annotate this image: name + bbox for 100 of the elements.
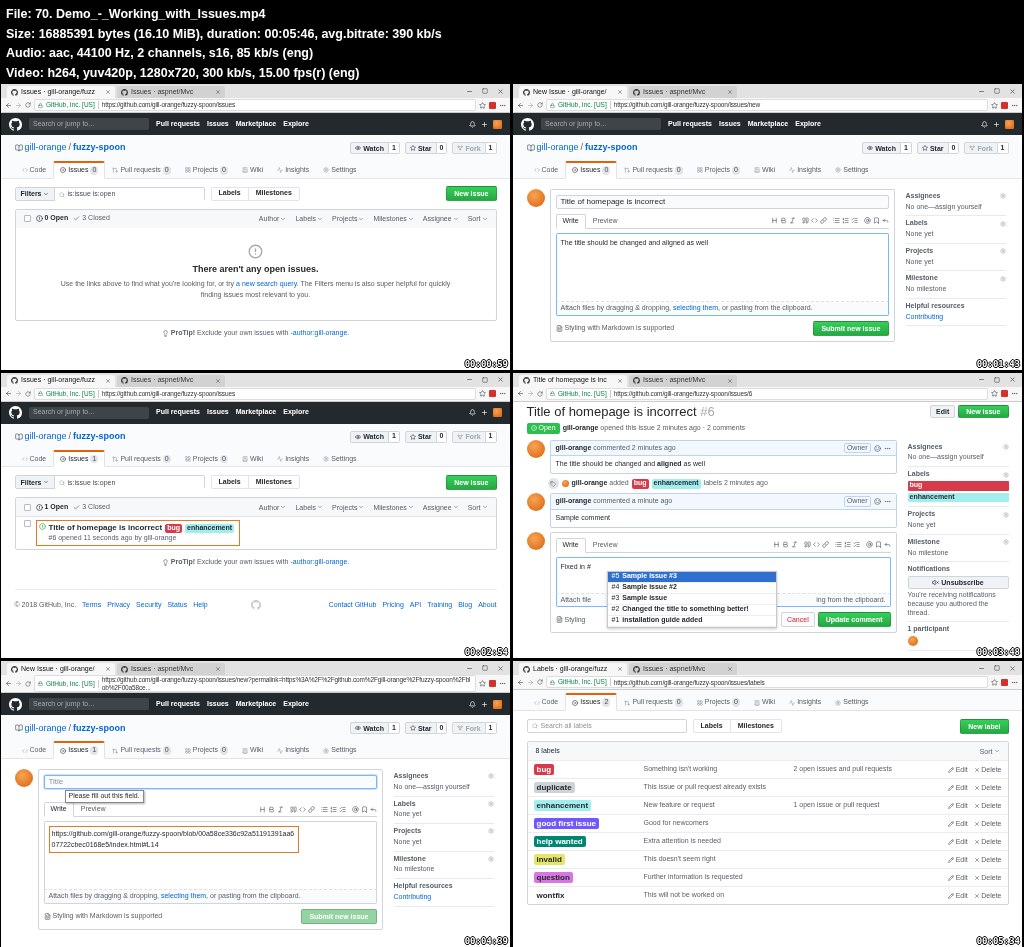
task-list-icon[interactable] — [852, 541, 860, 549]
close-icon[interactable] — [727, 377, 733, 384]
reload-icon[interactable] — [537, 679, 543, 686]
bullet-list-icon[interactable] — [834, 541, 842, 549]
reload-icon[interactable] — [25, 680, 31, 687]
link-icon[interactable] — [819, 217, 827, 225]
settings-icon[interactable] — [999, 220, 1006, 227]
label-tag[interactable]: help wanted — [533, 835, 586, 847]
quote-icon[interactable] — [801, 217, 809, 225]
close-icon[interactable] — [105, 89, 111, 95]
avatar[interactable] — [493, 119, 502, 129]
reply-icon[interactable] — [369, 805, 377, 813]
repo-link[interactable]: fuzzy-spoon — [73, 431, 126, 443]
close-icon[interactable] — [497, 376, 504, 384]
owner-link[interactable]: gill-orange — [24, 431, 67, 443]
bookmark-star-icon[interactable] — [991, 678, 998, 686]
italic-icon[interactable] — [788, 217, 796, 225]
task-list-icon[interactable] — [338, 805, 346, 813]
mention-icon[interactable] — [865, 541, 873, 549]
quote-icon[interactable] — [803, 541, 811, 549]
avatar[interactable] — [493, 699, 502, 709]
close-icon[interactable] — [727, 89, 733, 95]
numbered-list-icon[interactable] — [329, 805, 337, 813]
settings-icon[interactable] — [487, 800, 494, 807]
settings-icon[interactable] — [999, 248, 1006, 255]
link-icon[interactable] — [821, 541, 829, 549]
bell-icon[interactable] — [469, 120, 476, 128]
close-icon[interactable] — [1009, 376, 1016, 384]
settings-icon[interactable] — [1002, 444, 1009, 451]
close-icon[interactable] — [105, 666, 111, 673]
close-icon[interactable] — [617, 666, 623, 673]
plus-icon[interactable] — [481, 409, 488, 417]
bookmark-star-icon[interactable] — [991, 390, 998, 398]
bell-icon[interactable] — [469, 700, 476, 708]
repo-link[interactable]: fuzzy-spoon — [73, 722, 126, 734]
label-tag[interactable]: good first issue — [533, 817, 600, 829]
bold-icon[interactable] — [267, 805, 275, 813]
maximize-icon[interactable] — [994, 665, 1000, 672]
back-icon[interactable] — [517, 678, 524, 686]
reload-icon[interactable] — [25, 390, 31, 397]
plus-icon[interactable] — [481, 700, 488, 708]
reload-icon[interactable] — [537, 390, 543, 397]
maximize-icon[interactable] — [482, 665, 488, 672]
extension-icon[interactable] — [1001, 678, 1008, 686]
extension-icon[interactable] — [1001, 390, 1008, 398]
extension-icon[interactable] — [489, 101, 496, 109]
back-icon[interactable] — [517, 390, 524, 398]
maximize-icon[interactable] — [482, 376, 488, 383]
forward-icon[interactable] — [15, 390, 22, 398]
mention-icon[interactable] — [863, 217, 871, 225]
bold-icon[interactable] — [779, 217, 787, 225]
owner-link[interactable]: gill-orange — [24, 142, 67, 154]
heading-icon[interactable] — [772, 541, 780, 549]
smiley-icon[interactable] — [873, 498, 881, 506]
select-all-checkbox[interactable] — [23, 215, 31, 223]
settings-icon[interactable] — [999, 193, 1006, 200]
bookmark-icon[interactable] — [874, 541, 882, 549]
forward-icon[interactable] — [527, 678, 534, 686]
label-tag[interactable]: invalid — [533, 853, 565, 865]
settings-icon[interactable] — [487, 773, 494, 780]
bold-icon[interactable] — [781, 541, 789, 549]
maximize-icon[interactable] — [482, 88, 488, 94]
close-icon[interactable] — [497, 87, 504, 95]
bell-icon[interactable] — [981, 120, 988, 128]
heading-icon[interactable] — [258, 805, 266, 813]
forward-icon[interactable] — [527, 101, 534, 109]
close-icon[interactable] — [215, 377, 221, 384]
repo-link[interactable]: fuzzy-spoon — [585, 142, 638, 154]
label-tag[interactable]: duplicate — [533, 781, 575, 793]
reply-icon[interactable] — [883, 541, 891, 549]
owner-link[interactable]: gill-orange — [24, 722, 67, 734]
italic-icon[interactable] — [276, 805, 284, 813]
reply-icon[interactable] — [881, 217, 889, 225]
extension-icon[interactable] — [1001, 101, 1008, 109]
label-tag[interactable]: enhancement — [533, 799, 592, 811]
back-icon[interactable] — [5, 390, 12, 398]
maximize-icon[interactable] — [994, 376, 1000, 383]
forward-icon[interactable] — [15, 101, 22, 109]
participant-avatar[interactable] — [907, 636, 918, 647]
repo-link[interactable]: fuzzy-spoon — [73, 142, 126, 154]
close-icon[interactable] — [617, 377, 623, 384]
extension-icon[interactable] — [489, 680, 496, 688]
task-list-icon[interactable] — [850, 217, 858, 225]
close-icon[interactable] — [727, 666, 733, 673]
mention-icon[interactable] — [351, 805, 359, 813]
close-icon[interactable] — [215, 666, 221, 673]
close-icon[interactable] — [1009, 664, 1016, 672]
row-checkbox[interactable] — [23, 520, 31, 528]
settings-icon[interactable] — [1002, 511, 1009, 518]
code-icon[interactable] — [810, 217, 818, 225]
title-field[interactable]: Title of homepage is incorrect — [555, 194, 889, 209]
back-icon[interactable] — [5, 101, 12, 109]
close-icon[interactable] — [617, 89, 623, 95]
italic-icon[interactable] — [790, 541, 798, 549]
plus-icon[interactable] — [481, 120, 488, 128]
code-icon[interactable] — [298, 805, 306, 813]
extension-icon[interactable] — [489, 390, 496, 398]
link-icon[interactable] — [307, 805, 315, 813]
settings-icon[interactable] — [487, 828, 494, 835]
quote-icon[interactable] — [289, 805, 297, 813]
